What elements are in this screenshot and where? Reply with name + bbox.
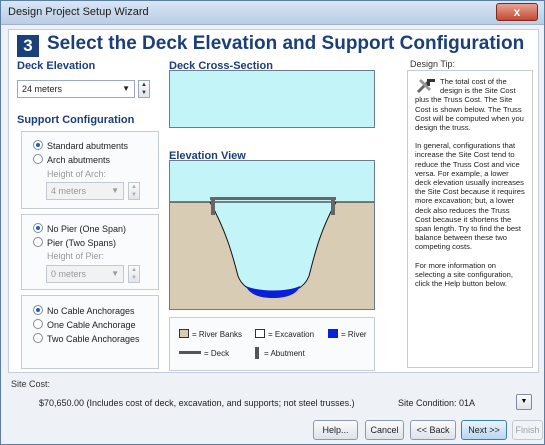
radio-arch-abutments[interactable]: Arch abutments: [33, 154, 110, 165]
back-button[interactable]: << Back: [410, 420, 456, 440]
pier-height-select[interactable]: 0 meters ▼: [46, 265, 124, 283]
radio-two-cable-anchorages[interactable]: Two Cable Anchorages: [33, 333, 140, 344]
radio-standard-abutments[interactable]: Standard abutments: [33, 140, 128, 151]
radio-pier-two-spans[interactable]: Pier (Two Spans): [33, 237, 116, 248]
pier-height-spinner[interactable]: ▲ ▼: [128, 265, 140, 283]
elevation-drawing: [170, 161, 374, 309]
deck-elevation-spinner[interactable]: ▲ ▼: [138, 80, 150, 98]
pier-group: No Pier (One Span) Pier (Two Spans) Heig…: [21, 214, 159, 290]
deck-line: [210, 197, 336, 200]
tools-icon: [417, 79, 435, 93]
page-title: Select the Deck Elevation and Support Co…: [47, 33, 525, 54]
excavation-swatch: [255, 329, 265, 338]
arch-height-label: Height of Arch:: [47, 169, 107, 179]
abutment-swatch: [255, 347, 259, 359]
river-swatch: [328, 329, 338, 338]
title-bar[interactable]: Design Project Setup Wizard x: [1, 1, 544, 25]
legend-river: = River: [328, 329, 367, 339]
deck-swatch: [179, 351, 201, 354]
arch-height-select[interactable]: 4 meters ▼: [46, 182, 124, 200]
radio-empty-icon: [33, 154, 43, 164]
legend-excavation: = Excavation: [255, 329, 314, 339]
legend-deck: = Deck: [179, 349, 229, 358]
wizard-window: Design Project Setup Wizard x 3 Select t…: [0, 0, 545, 445]
deck-elevation-select[interactable]: 24 meters ▼: [17, 80, 135, 98]
abutment-group: Standard abutments Arch abutments Height…: [21, 131, 159, 209]
pier-height-label: Height of Pier:: [47, 251, 105, 261]
abutment-left: [211, 199, 215, 215]
site-condition-text: Site Condition: 01A: [398, 398, 476, 408]
arch-height-spinner[interactable]: ▲ ▼: [128, 182, 140, 200]
sky-area: [170, 161, 374, 202]
design-tip-title: Design Tip:: [410, 59, 456, 69]
abutment-right: [331, 199, 335, 215]
design-tip-panel: The total cost of the design is the Site…: [407, 70, 533, 368]
legend-river-banks: = River Banks: [179, 329, 242, 339]
radio-empty-icon: [33, 333, 43, 343]
river-bank-swatch: [179, 329, 189, 338]
wizard-page: 3 Select the Deck Elevation and Support …: [8, 29, 539, 373]
cancel-button[interactable]: Cancel: [365, 420, 404, 440]
next-button[interactable]: Next >>: [461, 420, 507, 440]
anchorage-group: No Cable Anchorages One Cable Anchorage …: [21, 295, 159, 369]
radio-empty-icon: [33, 319, 43, 329]
step-number-badge: 3: [17, 35, 39, 57]
elevation-view: [169, 160, 375, 310]
window-title: Design Project Setup Wizard: [8, 6, 149, 18]
radio-empty-icon: [33, 237, 43, 247]
radio-one-cable-anchorage[interactable]: One Cable Anchorage: [33, 319, 136, 330]
chevron-down-icon: ▼: [111, 269, 119, 278]
site-cost-value: $70,650.00 (Includes cost of deck, excav…: [39, 398, 355, 408]
support-configuration-title: Support Configuration: [17, 114, 135, 126]
chevron-down-icon: ▼: [122, 84, 130, 93]
legend-abutment: = Abutment: [255, 347, 305, 359]
deck-elevation-title: Deck Elevation: [17, 60, 96, 72]
radio-selected-icon: [33, 305, 43, 315]
radio-selected-icon: [33, 140, 43, 150]
close-button[interactable]: x: [496, 3, 538, 21]
chevron-down-icon: ▼: [111, 186, 119, 195]
tip-paragraph-2: In general, configurations that increase…: [415, 141, 525, 252]
site-cost-area: Site Cost: $70,650.00 (Includes cost of …: [8, 377, 539, 415]
deck-cross-section-view: [169, 70, 375, 128]
radio-no-pier[interactable]: No Pier (One Span): [33, 223, 126, 234]
elevation-legend: = River Banks = Excavation = River = Dec…: [169, 317, 375, 371]
site-cost-label: Site Cost:: [11, 379, 51, 389]
radio-no-cable-anchorages[interactable]: No Cable Anchorages: [33, 305, 135, 316]
tip-paragraph-3: For more information on selecting a site…: [415, 260, 513, 289]
site-condition-dropdown-button[interactable]: ▼: [516, 394, 532, 410]
help-button[interactable]: Help...: [313, 420, 358, 440]
radio-selected-icon: [33, 223, 43, 233]
finish-button[interactable]: Finish: [512, 420, 543, 440]
deck-elevation-value: 24 meters: [22, 84, 63, 94]
